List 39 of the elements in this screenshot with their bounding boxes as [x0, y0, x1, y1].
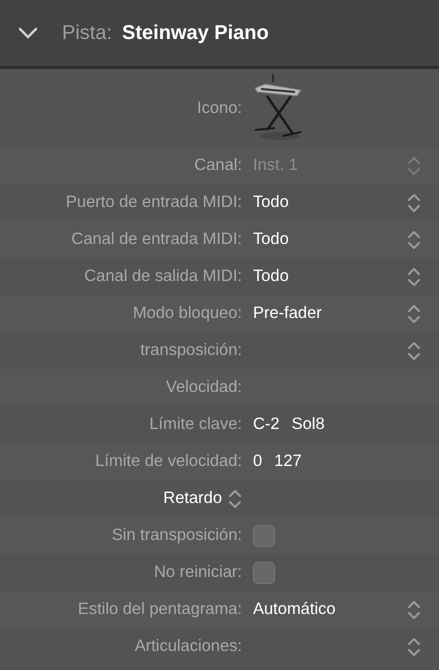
popup-value[interactable]: Todo — [253, 190, 289, 215]
popup-value[interactable]: Automático — [253, 597, 336, 622]
range-value[interactable]: 127 — [274, 449, 302, 474]
field-label: Canal de entrada MIDI: — [71, 230, 242, 248]
stepper-icon[interactable] — [407, 302, 421, 324]
stepper-icon[interactable] — [407, 266, 421, 288]
popup-value: Inst. 1 — [253, 155, 298, 176]
stepper-icon[interactable] — [407, 598, 421, 620]
track-name: Steinway Piano — [122, 21, 269, 46]
field-label: Canal de salida MIDI: — [84, 267, 242, 286]
field-label: Límite de velocidad: — [95, 452, 242, 470]
field-label: No reiniciar: — [154, 563, 242, 582]
stepper-icon[interactable] — [228, 488, 242, 510]
checkbox[interactable] — [253, 562, 275, 584]
field-label: Modo bloqueo: — [132, 304, 242, 322]
checkbox[interactable] — [253, 524, 275, 546]
track-label: Pista: — [62, 21, 112, 46]
stepper-icon[interactable] — [407, 340, 421, 362]
field-label: Límite clave: — [149, 415, 242, 434]
field-label: transposición: — [140, 341, 242, 360]
range-value[interactable]: Sol8 — [292, 412, 325, 437]
popup-value[interactable]: Todo — [253, 264, 289, 289]
field-label: Canal: — [194, 156, 242, 174]
stepper-icon[interactable] — [407, 192, 421, 214]
range-value[interactable]: C-2 — [253, 412, 280, 437]
field-label: Articulaciones: — [134, 637, 242, 656]
range-value[interactable]: 0 — [253, 449, 262, 474]
menu-label[interactable]: Retardo — [163, 489, 222, 508]
stepper-icon[interactable] — [407, 228, 421, 250]
popup-value[interactable]: Todo — [253, 227, 289, 252]
popup-value[interactable]: Pre-fader — [253, 301, 322, 326]
keyboard-stand-icon[interactable] — [253, 74, 303, 142]
field-label: Velocidad: — [166, 378, 242, 396]
chevron-down-icon[interactable] — [18, 27, 38, 39]
field-label: Estilo del pentagrama: — [78, 600, 242, 618]
field-label: Icono: — [197, 98, 242, 117]
field-label: Puerto de entrada MIDI: — [66, 193, 242, 212]
stepper-icon[interactable] — [407, 636, 421, 658]
field-label: Sin transposición: — [112, 526, 242, 544]
